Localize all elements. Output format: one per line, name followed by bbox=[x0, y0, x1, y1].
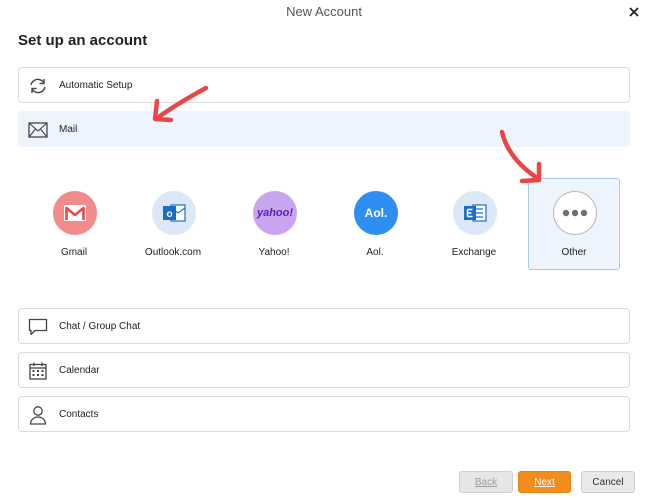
next-button[interactable]: Next bbox=[518, 471, 571, 493]
back-button[interactable]: Back bbox=[459, 471, 513, 493]
contacts-label: Contacts bbox=[59, 408, 99, 420]
contacts-row[interactable]: Contacts bbox=[18, 396, 630, 432]
calendar-row[interactable]: Calendar bbox=[18, 352, 630, 388]
provider-label: Yahoo! bbox=[258, 247, 290, 258]
calendar-label: Calendar bbox=[59, 364, 100, 376]
provider-gmail[interactable]: Gmail bbox=[28, 178, 120, 270]
provider-aol[interactable]: Aol. Aol. bbox=[329, 178, 421, 270]
mail-provider-grid: Gmail o Outlook.com yahoo! Yahoo! Aol. A… bbox=[18, 176, 630, 272]
provider-outlook[interactable]: o Outlook.com bbox=[127, 178, 219, 270]
provider-yahoo[interactable]: yahoo! Yahoo! bbox=[228, 178, 320, 270]
yahoo-icon: yahoo! bbox=[253, 191, 297, 235]
outlook-icon: o bbox=[152, 191, 196, 235]
provider-exchange[interactable]: Exchange bbox=[428, 178, 520, 270]
cancel-button[interactable]: Cancel bbox=[581, 471, 635, 493]
provider-label: Exchange bbox=[451, 247, 497, 258]
provider-label: Aol. bbox=[366, 247, 384, 258]
person-icon bbox=[27, 404, 49, 426]
provider-other[interactable]: Other bbox=[528, 178, 620, 270]
gmail-icon bbox=[53, 191, 97, 235]
provider-label: Outlook.com bbox=[144, 247, 202, 258]
more-icon bbox=[553, 191, 597, 235]
chat-row[interactable]: Chat / Group Chat bbox=[18, 308, 630, 344]
window-title: New Account bbox=[286, 4, 362, 19]
title-bar: New Account bbox=[0, 0, 648, 24]
mail-row[interactable]: Mail bbox=[18, 111, 630, 147]
svg-text:o: o bbox=[166, 209, 172, 220]
close-icon bbox=[629, 7, 639, 17]
chat-bubble-icon bbox=[27, 316, 49, 338]
automatic-setup-row[interactable]: Automatic Setup bbox=[18, 67, 630, 103]
provider-label: Gmail bbox=[60, 247, 88, 258]
automatic-setup-label: Automatic Setup bbox=[59, 79, 133, 91]
page-title: Set up an account bbox=[18, 32, 148, 49]
provider-label: Other bbox=[561, 247, 587, 258]
aol-icon: Aol. bbox=[354, 191, 398, 235]
envelope-icon bbox=[27, 119, 49, 141]
chat-label: Chat / Group Chat bbox=[59, 320, 141, 332]
sync-icon bbox=[27, 75, 49, 97]
exchange-icon bbox=[453, 191, 497, 235]
mail-label: Mail bbox=[59, 123, 78, 135]
close-button[interactable] bbox=[624, 2, 644, 22]
calendar-icon bbox=[27, 360, 49, 382]
